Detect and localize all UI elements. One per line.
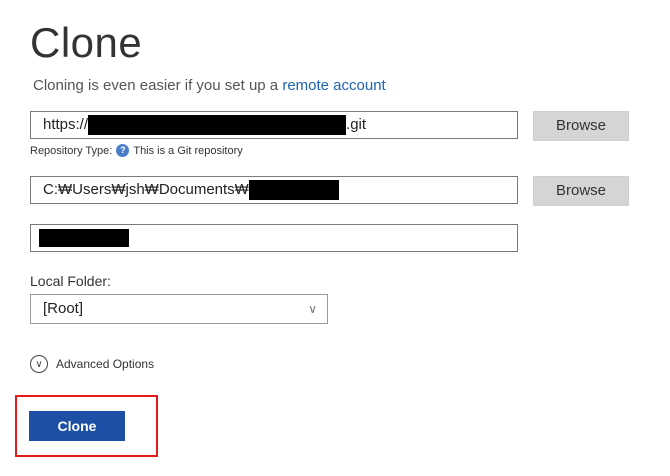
redacted-path bbox=[248, 180, 339, 201]
clone-button[interactable]: Clone bbox=[29, 411, 125, 441]
chevron-down-circle-icon: ∨ bbox=[30, 355, 48, 373]
browse-repository-button[interactable]: Browse bbox=[533, 111, 629, 141]
path-prefix: C:₩Users₩jsh₩Documents₩ bbox=[43, 181, 249, 198]
repository-type-label: Repository Type: bbox=[30, 144, 113, 157]
repository-type: Repository Type: ? This is a Git reposit… bbox=[30, 144, 243, 157]
browse-destination-button[interactable]: Browse bbox=[533, 176, 629, 206]
url-suffix: .git bbox=[346, 116, 367, 133]
subtitle-text: Cloning is even easier if you set up a bbox=[33, 77, 279, 94]
url-prefix: https:// bbox=[43, 116, 89, 133]
repository-type-value: This is a Git repository bbox=[133, 144, 243, 157]
chevron-down-icon: ∨ bbox=[308, 302, 317, 316]
local-folder-select[interactable]: [Root] ∨ bbox=[30, 294, 328, 324]
subtitle: Cloning is even easier if you set up a r… bbox=[33, 77, 386, 94]
name-input[interactable] bbox=[30, 224, 518, 252]
destination-path-input[interactable]: C:₩Users₩jsh₩Documents₩ bbox=[30, 176, 518, 204]
repository-url-input[interactable]: https:// .git bbox=[30, 111, 518, 139]
help-icon[interactable]: ? bbox=[116, 144, 130, 157]
local-folder-value: [Root] bbox=[43, 300, 84, 317]
advanced-options-toggle[interactable]: ∨ Advanced Options bbox=[30, 355, 154, 373]
local-folder-label: Local Folder: bbox=[30, 273, 111, 289]
page-title: Clone bbox=[30, 19, 143, 66]
remote-account-link[interactable]: remote account bbox=[282, 77, 385, 94]
redacted-name bbox=[39, 229, 129, 248]
advanced-options-label: Advanced Options bbox=[56, 357, 155, 371]
redacted-url bbox=[88, 115, 347, 136]
